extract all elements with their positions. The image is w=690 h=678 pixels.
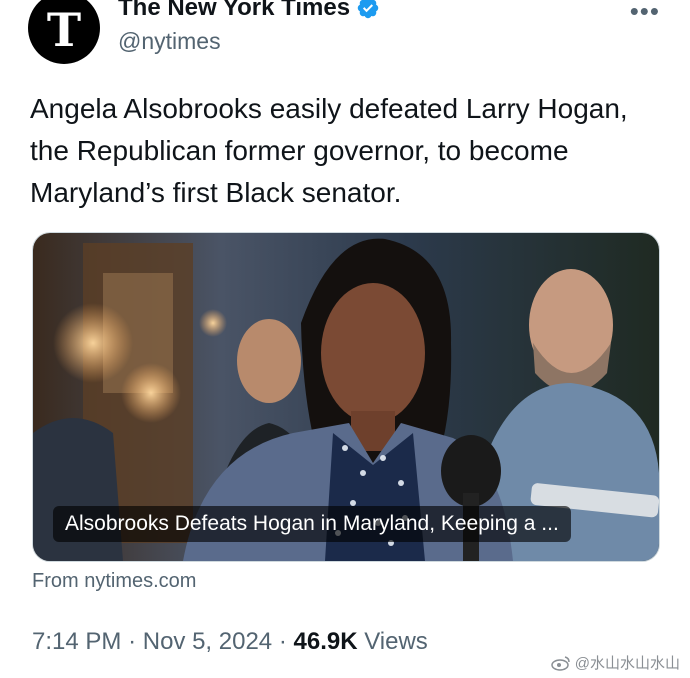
tweet-meta: 7:14 PM · Nov 5, 2024 · 46.9K Views [32, 628, 428, 656]
nyt-logo-icon: T [46, 3, 82, 57]
more-icon[interactable]: ••• [630, 0, 660, 24]
tweet-time[interactable]: 7:14 PM [32, 628, 121, 655]
card-source[interactable]: From nytimes.com [32, 570, 196, 593]
tweet-text: Angela Alsobrooks easily defeated Larry … [30, 93, 628, 208]
weibo-watermark: @水山水山水山 [551, 652, 680, 673]
meta-separator: · [128, 628, 137, 655]
views-count[interactable]: 46.9K [294, 628, 358, 655]
tweet-header: T The New York Times @nytimes ••• [0, 0, 690, 80]
meta-separator: · [278, 628, 287, 655]
link-card[interactable]: Alsobrooks Defeats Hogan in Maryland, Ke… [32, 232, 660, 562]
account-handle[interactable]: @nytimes [118, 28, 221, 55]
views-label: Views [364, 628, 428, 655]
watermark-text: @水山水山水山 [574, 655, 680, 672]
verified-badge-icon [357, 0, 379, 19]
tweet-date[interactable]: Nov 5, 2024 [143, 628, 272, 655]
account-name-text[interactable]: The New York Times [118, 0, 350, 22]
card-title[interactable]: Alsobrooks Defeats Hogan in Maryland, Ke… [53, 506, 571, 542]
account-name[interactable]: The New York Times [118, 0, 380, 22]
account-avatar[interactable]: T [28, 0, 100, 64]
weibo-icon [551, 655, 570, 671]
